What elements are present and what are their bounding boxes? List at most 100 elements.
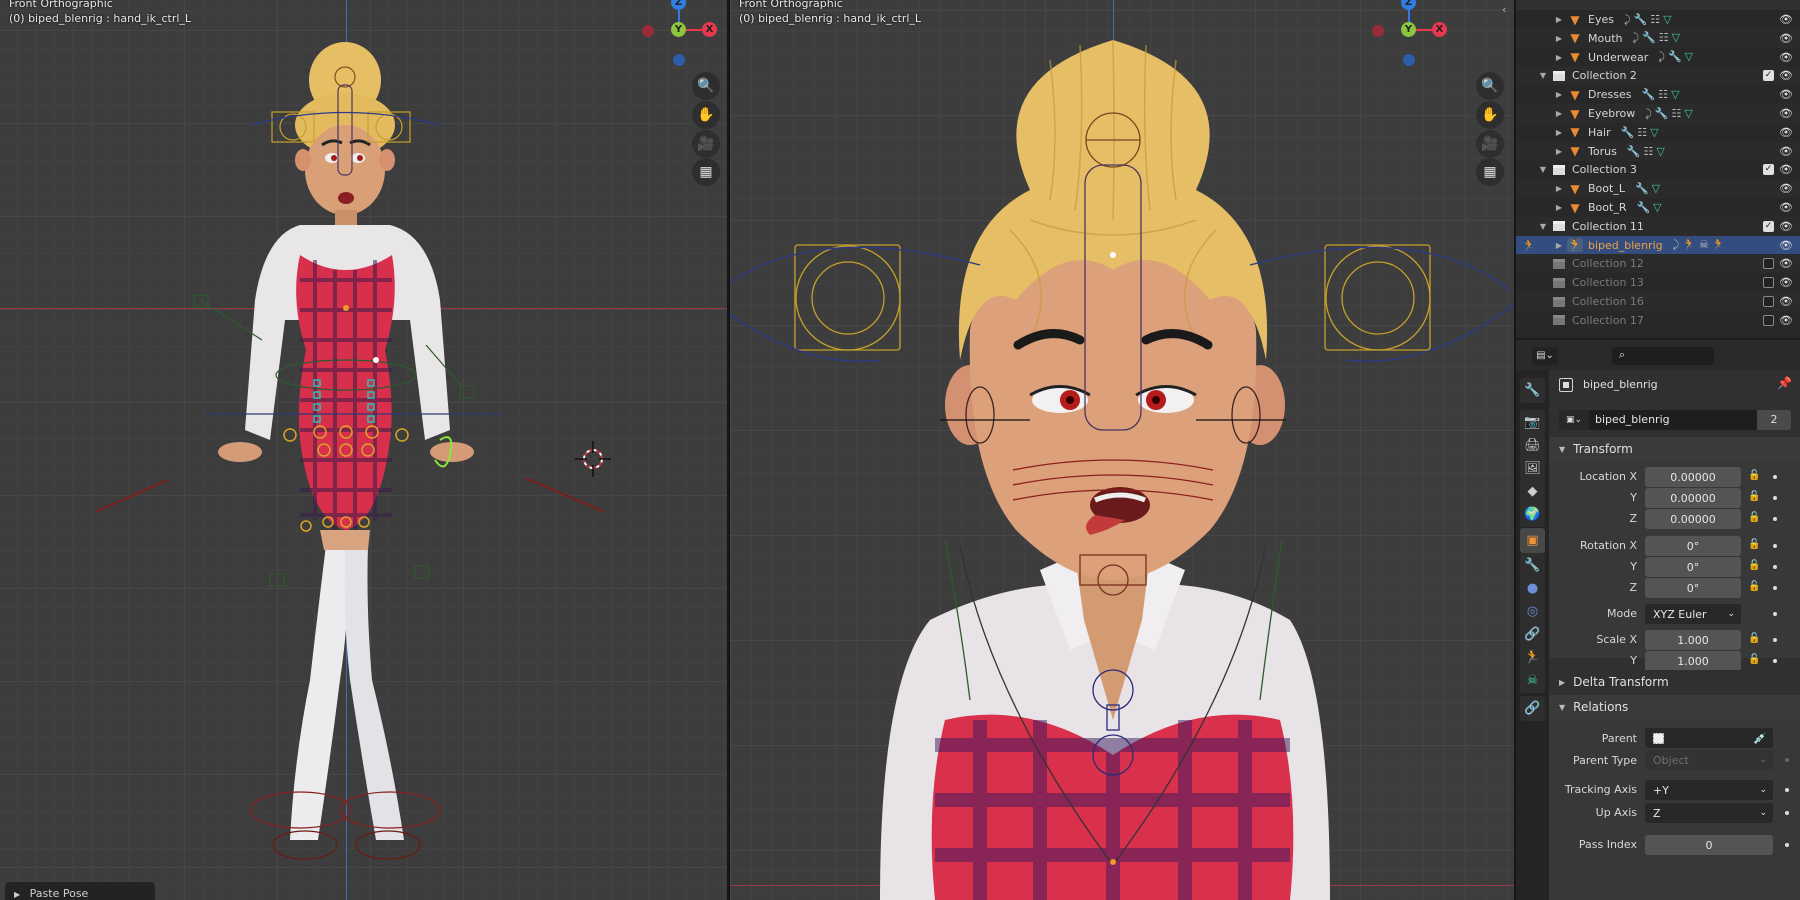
mesh-data-icon[interactable]: ▽ bbox=[1684, 107, 1692, 121]
outliner-collection-row[interactable]: ▼ Collection 11 ✓ 👁 bbox=[1516, 216, 1800, 236]
outliner-item-label[interactable]: Dresses bbox=[1588, 88, 1631, 101]
scale-x-field[interactable]: 1.000 bbox=[1645, 630, 1741, 650]
keyframe-dot[interactable] bbox=[1773, 517, 1777, 521]
visibility-eye-icon[interactable]: 👁 bbox=[1779, 201, 1793, 214]
exclude-checkbox[interactable] bbox=[1763, 296, 1774, 307]
outliner-item-label[interactable]: biped_blenrig bbox=[1588, 239, 1663, 252]
tab-tool[interactable]: 🔧 bbox=[1520, 378, 1545, 403]
rotation-mode-select[interactable]: XYZ Euler ⌄ bbox=[1645, 604, 1741, 624]
delta-transform-panel-header[interactable]: ▶ Delta Transform bbox=[1549, 670, 1800, 694]
exclude-checkbox[interactable]: ✓ bbox=[1763, 220, 1774, 232]
expand-triangle-icon[interactable]: ▶ bbox=[1554, 90, 1564, 99]
mesh-data-icon[interactable]: ▽ bbox=[1685, 50, 1693, 64]
visibility-eye-icon[interactable]: 👁 bbox=[1779, 88, 1793, 101]
keyframe-dot[interactable] bbox=[1773, 586, 1777, 590]
mesh-data-icon[interactable]: ▽ bbox=[1663, 13, 1671, 27]
gizmo-y-axis[interactable]: Y bbox=[1401, 22, 1416, 37]
expand-triangle-icon[interactable]: ▶ bbox=[1554, 15, 1564, 24]
verts-icon[interactable]: ☷ bbox=[1637, 126, 1647, 139]
tab-object-constraints[interactable]: 🔗 bbox=[1520, 622, 1545, 647]
wrench-icon[interactable]: 🔧 bbox=[1621, 126, 1635, 139]
wrench-icon[interactable]: 🔧 bbox=[1668, 50, 1682, 64]
outliner-collection-row[interactable]: ▼ Collection 3 ✓ 👁 bbox=[1516, 160, 1800, 179]
grid-icon[interactable]: ▦ bbox=[1476, 158, 1504, 186]
outliner-item-label[interactable]: Collection 17 bbox=[1572, 314, 1644, 327]
exclude-checkbox[interactable] bbox=[1763, 314, 1774, 326]
pan-hand-icon[interactable]: ✋ bbox=[692, 101, 720, 129]
visibility-eye-icon[interactable]: 👁 bbox=[1779, 145, 1793, 158]
grid-icon[interactable]: ▦ bbox=[692, 158, 720, 186]
gizmo-z-axis[interactable]: Z bbox=[671, 0, 686, 10]
pass-index-field[interactable]: 0 bbox=[1645, 835, 1773, 855]
outliner-item-label[interactable]: Hair bbox=[1588, 126, 1611, 139]
viewport-right[interactable]: Front Orthographic (0) biped_blenrig : h… bbox=[730, 0, 1514, 900]
zoom-icon[interactable]: 🔍 bbox=[692, 72, 720, 100]
visibility-eye-icon[interactable]: 👁 bbox=[1779, 257, 1793, 270]
mesh-data-icon[interactable]: ▽ bbox=[1653, 201, 1661, 214]
exclude-checkbox[interactable]: ✓ bbox=[1763, 164, 1774, 176]
outliner-collection-row[interactable]: Collection 12 👁 bbox=[1516, 254, 1800, 274]
verts-icon[interactable]: ☷ bbox=[1644, 145, 1654, 158]
link-icon[interactable]: ⤸ bbox=[1645, 107, 1652, 121]
visibility-eye-icon[interactable]: 👁 bbox=[1779, 163, 1793, 176]
mesh-data-icon[interactable]: ▽ bbox=[1671, 88, 1679, 101]
navigation-gizmo[interactable]: Z Y X bbox=[640, 0, 727, 75]
outliner-item-label[interactable]: Boot_R bbox=[1588, 201, 1626, 214]
outliner-object-row[interactable]: 🏃 ▶ 🏃 biped_blenrig ⤸ 🏃 ☠ 🏃 👁 bbox=[1516, 235, 1800, 255]
keyframe-dot[interactable] bbox=[1785, 758, 1789, 762]
pose-icon[interactable]: 🏃 bbox=[1682, 238, 1696, 252]
navigation-gizmo[interactable]: Z Y X bbox=[1370, 0, 1470, 75]
outliner-object-row[interactable]: ▶ ▼ Eyebrow ⤸ 🔧 ☷ ▽ 👁 bbox=[1516, 104, 1800, 123]
tab-physics[interactable]: ◎ bbox=[1520, 599, 1545, 624]
outliner-collection-row[interactable]: Collection 13 👁 bbox=[1516, 273, 1800, 292]
verts-icon[interactable]: ☷ bbox=[1658, 88, 1668, 101]
mesh-data-icon[interactable]: ▽ bbox=[1656, 145, 1664, 158]
outliner-item-label[interactable]: Eyebrow bbox=[1588, 107, 1635, 120]
keyframe-dot[interactable] bbox=[1773, 565, 1777, 569]
visibility-eye-icon[interactable]: 👁 bbox=[1779, 32, 1793, 45]
visibility-eye-icon[interactable]: 👁 bbox=[1779, 182, 1793, 195]
mesh-data-icon[interactable]: ▽ bbox=[1652, 182, 1660, 195]
relations-panel-header[interactable]: ▼ Relations bbox=[1549, 695, 1800, 719]
keyframe-dot[interactable] bbox=[1773, 659, 1777, 663]
keyframe-dot[interactable] bbox=[1785, 843, 1789, 847]
gizmo-y-axis[interactable]: Y bbox=[671, 22, 686, 37]
outliner-item-label[interactable]: Eyes bbox=[1588, 13, 1614, 26]
expand-triangle-icon[interactable]: ▶ bbox=[1554, 53, 1564, 62]
camera-icon[interactable]: 🎥 bbox=[692, 130, 720, 158]
verts-icon[interactable]: ☷ bbox=[1672, 107, 1682, 121]
expand-triangle-icon[interactable]: ▶ bbox=[1554, 147, 1564, 156]
tab-output[interactable]: 🖨 bbox=[1520, 433, 1545, 458]
lock-icon[interactable]: 🔓 bbox=[1748, 560, 1760, 571]
datablock-name-field[interactable]: biped_blenrig bbox=[1589, 410, 1757, 430]
outliner-item-label[interactable]: Collection 16 bbox=[1572, 295, 1644, 308]
viewport-left[interactable]: Front Orthographic (0) biped_blenrig : h… bbox=[0, 0, 727, 900]
keyframe-dot[interactable] bbox=[1785, 788, 1789, 792]
visibility-eye-icon[interactable]: 👁 bbox=[1779, 276, 1793, 289]
outliner-collection-row[interactable]: Collection 17 👁 bbox=[1516, 311, 1800, 330]
gizmo-neg-x-axis[interactable] bbox=[642, 25, 654, 37]
outliner-item-label[interactable]: Collection 11 bbox=[1572, 220, 1644, 233]
parent-field[interactable]: 💉 bbox=[1645, 728, 1773, 748]
bone-icon[interactable]: ☠ bbox=[1699, 238, 1709, 252]
visibility-eye-icon[interactable]: 👁 bbox=[1779, 314, 1793, 327]
outliner-object-row[interactable]: ▶ ▼ Eyes ⤸ 🔧 ☷ ▽ 👁 bbox=[1516, 10, 1800, 29]
tab-world[interactable]: 🌍 bbox=[1520, 502, 1545, 527]
keyframe-dot[interactable] bbox=[1773, 496, 1777, 500]
lock-icon[interactable]: 🔓 bbox=[1748, 581, 1760, 592]
expand-triangle-icon[interactable]: ▶ bbox=[1554, 128, 1564, 137]
outliner-object-row[interactable]: ▶ ▼ Mouth ⤸ 🔧 ☷ ▽ 👁 bbox=[1516, 28, 1800, 48]
link-icon[interactable]: ⤸ bbox=[1658, 50, 1665, 64]
properties-search-input[interactable]: ⌕ bbox=[1612, 347, 1714, 365]
tab-modifiers[interactable]: 🔧 bbox=[1520, 553, 1545, 578]
outliner-object-row[interactable]: ▶ ▼ Boot_L 🔧 ▽ 👁 bbox=[1516, 179, 1800, 199]
outliner-item-label[interactable]: Torus bbox=[1588, 145, 1617, 158]
expand-triangle-icon[interactable]: ▶ bbox=[1554, 34, 1564, 43]
expand-triangle-icon[interactable]: ▶ bbox=[1554, 203, 1564, 212]
scale-y-field[interactable]: 1.000 bbox=[1645, 651, 1741, 671]
exclude-checkbox[interactable] bbox=[1763, 258, 1774, 270]
outliner-item-label[interactable]: Collection 3 bbox=[1572, 163, 1637, 176]
outliner-collection-row[interactable]: Collection 16 👁 bbox=[1516, 292, 1800, 311]
gizmo-neg-z-axis[interactable] bbox=[673, 54, 685, 66]
collapse-triangle-icon[interactable]: ▼ bbox=[1538, 222, 1548, 231]
